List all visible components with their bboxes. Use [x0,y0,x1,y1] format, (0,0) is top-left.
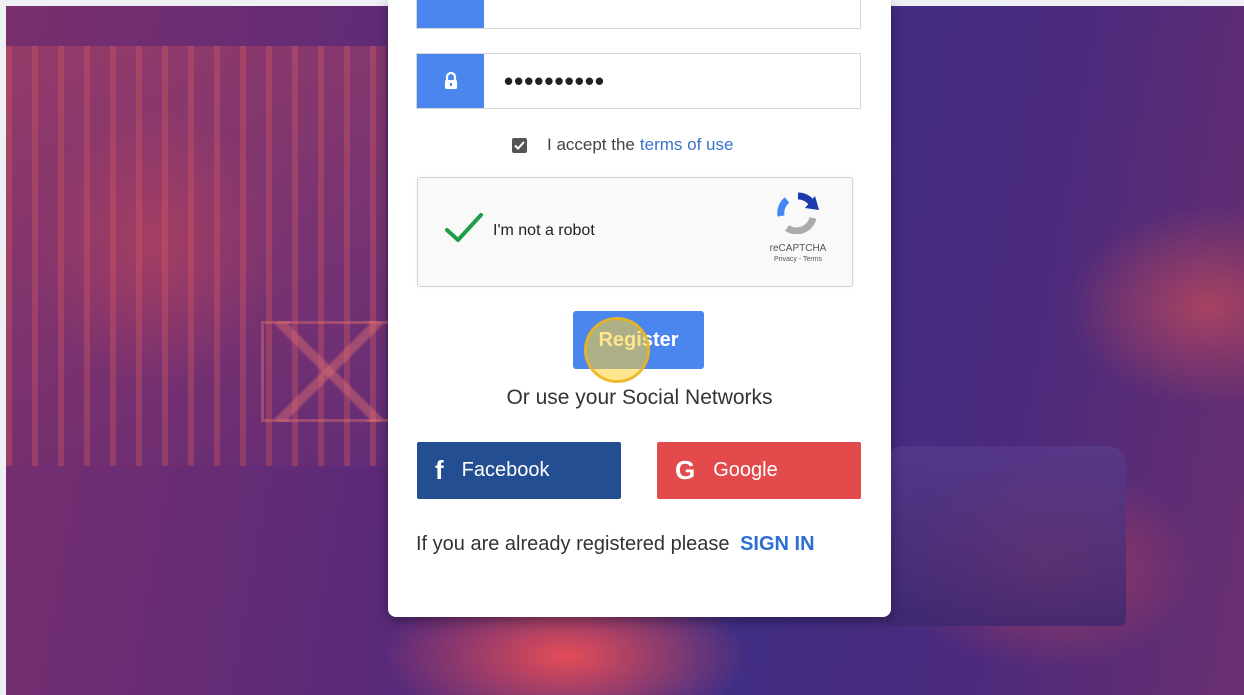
background-car [886,446,1126,626]
terms-checkbox[interactable] [512,137,527,153]
terms-link[interactable]: terms of use [640,135,734,155]
signin-prompt: If you are already registered please [416,533,730,555]
password-value: •••••••••• [504,65,606,96]
lock-icon [417,54,484,108]
password-field[interactable]: •••••••••• [416,53,861,109]
background-porch-rail [261,321,397,422]
recaptcha-logo: reCAPTCHA Privacy - Terms [758,192,838,263]
facebook-label: Facebook [461,459,550,481]
recaptcha-links[interactable]: Privacy - Terms [758,256,838,263]
google-button[interactable]: G Google [657,442,861,499]
check-icon[interactable] [444,212,484,244]
field-icon-partial [417,0,484,28]
google-label: Google [713,459,778,481]
recaptcha-label: I'm not a robot [493,222,595,239]
signin-row: If you are already registered please SIG… [416,533,815,556]
facebook-icon: f [435,455,444,485]
terms-row: I accept the terms of use [512,135,733,155]
signin-link[interactable]: SIGN IN [740,533,814,555]
register-button[interactable]: Register [573,311,704,369]
terms-text: I accept the [547,135,635,154]
register-card: •••••••••• I accept the terms of use I'm… [388,0,891,617]
recaptcha-brand: reCAPTCHA [769,243,827,254]
recaptcha-widget: I'm not a robot reCAPTCHA Privacy - Term… [417,177,853,287]
recaptcha-icon [777,192,819,235]
top-field-partial[interactable] [416,0,861,29]
social-heading: Or use your Social Networks [506,386,773,409]
google-icon: G [675,455,696,485]
facebook-button[interactable]: f Facebook [417,442,621,499]
